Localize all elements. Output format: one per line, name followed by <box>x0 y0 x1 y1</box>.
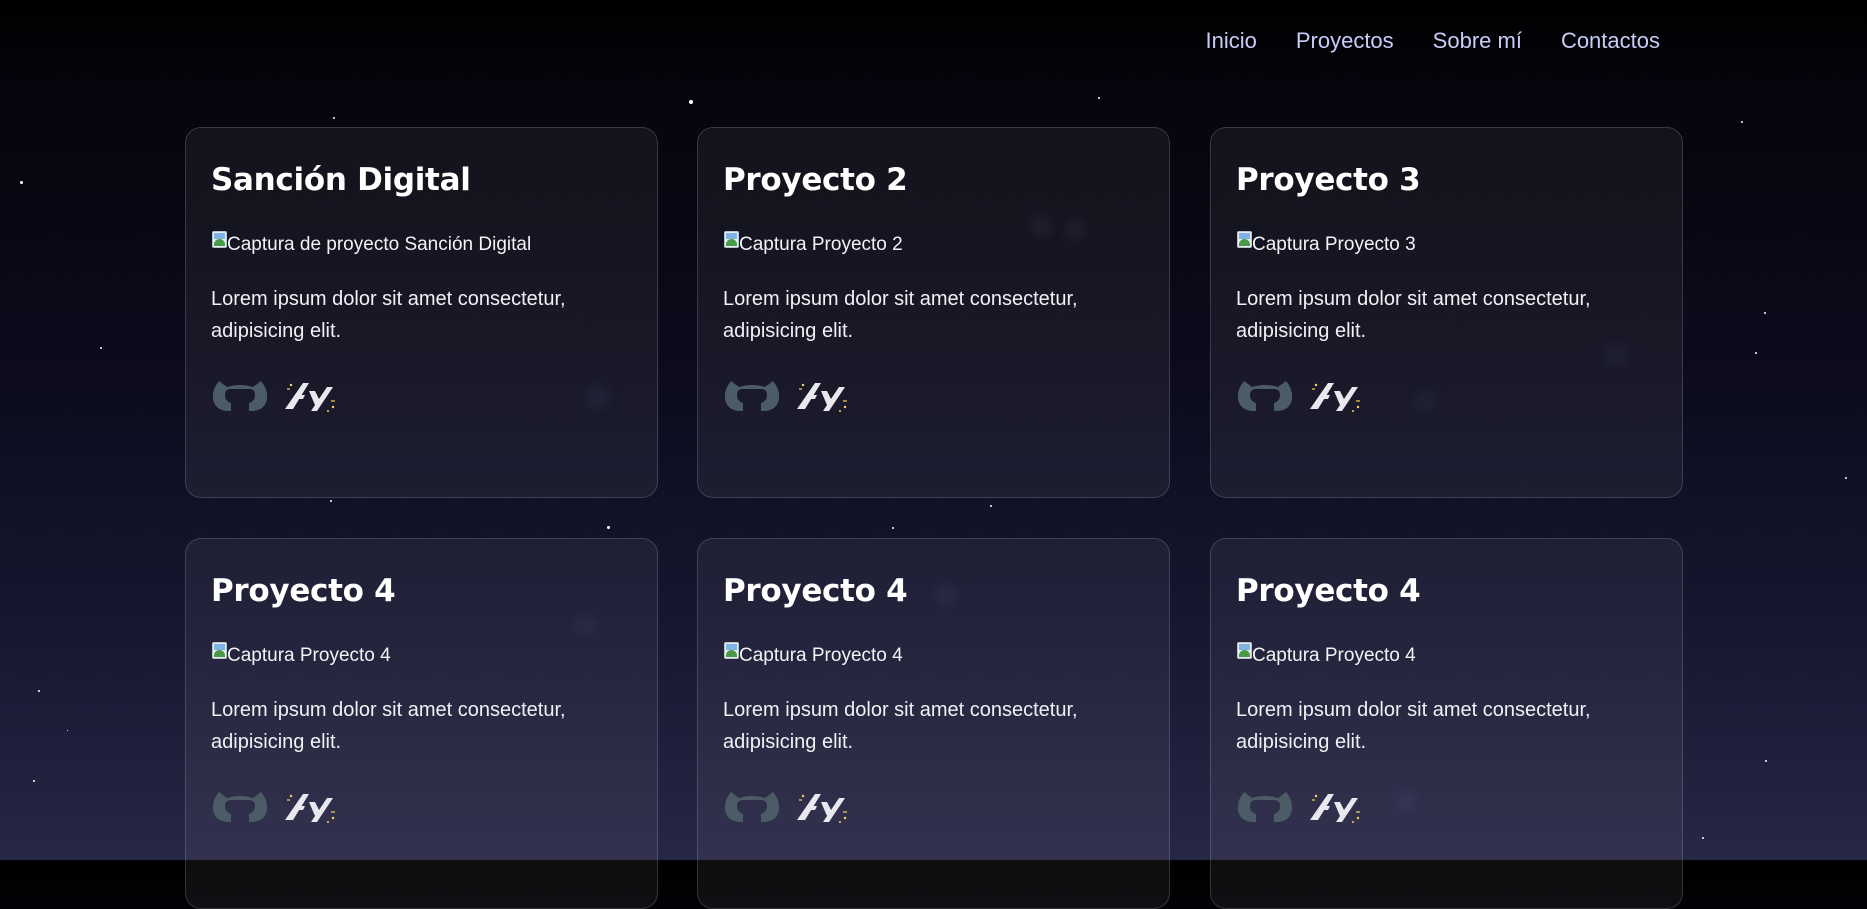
broken-image-icon <box>1236 641 1254 661</box>
project-links <box>211 377 632 418</box>
broken-image-icon <box>211 641 229 661</box>
github-icon[interactable] <box>211 377 269 418</box>
project-links <box>211 788 632 829</box>
github-icon[interactable] <box>723 377 781 418</box>
deploy-icon[interactable] <box>281 788 339 829</box>
project-image-alt: Captura Proyecto 3 <box>1252 234 1416 255</box>
nav-link-inicio[interactable]: Inicio <box>1205 26 1256 56</box>
project-description: Lorem ipsum dolor sit amet consectetur, … <box>211 699 566 753</box>
project-description: Lorem ipsum dolor sit amet consectetur, … <box>211 288 566 342</box>
project-links <box>1236 377 1657 418</box>
project-card: Proyecto 4 Captura Proyecto 4 Lorem ipsu… <box>185 538 658 909</box>
github-icon[interactable] <box>211 788 269 829</box>
nav-links: Inicio Proyectos Sobre mí Contactos <box>1205 26 1660 56</box>
project-image-alt: Captura Proyecto 2 <box>739 234 903 255</box>
github-icon[interactable] <box>1236 377 1294 418</box>
project-title: Proyecto 4 <box>211 573 396 609</box>
project-description: Lorem ipsum dolor sit amet consectetur, … <box>723 699 1078 753</box>
deploy-icon[interactable] <box>1306 788 1364 829</box>
project-card: Sanción Digital Captura de proyecto Sanc… <box>185 127 658 498</box>
project-card: Proyecto 3 Captura Proyecto 3 Lorem ipsu… <box>1210 127 1683 498</box>
project-screenshot: Captura Proyecto 2 <box>723 229 1144 261</box>
project-screenshot: Captura Proyecto 3 <box>1236 229 1657 261</box>
project-card: Proyecto 4 Captura Proyecto 4 Lorem ipsu… <box>697 538 1170 909</box>
top-navigation: Inicio Proyectos Sobre mí Contactos <box>0 0 1867 84</box>
deploy-icon[interactable] <box>281 377 339 418</box>
deploy-icon[interactable] <box>793 788 851 829</box>
project-title: Proyecto 3 <box>1236 162 1421 198</box>
github-icon[interactable] <box>1236 788 1294 829</box>
deploy-icon[interactable] <box>793 377 851 418</box>
project-card: Proyecto 4 Captura Proyecto 4 Lorem ipsu… <box>1210 538 1683 909</box>
project-screenshot: Captura de proyecto Sanción Digital <box>211 229 632 261</box>
project-title: Proyecto 2 <box>723 162 908 198</box>
broken-image-icon <box>723 641 741 661</box>
broken-image-icon <box>211 230 229 250</box>
project-image-alt: Captura Proyecto 4 <box>227 645 391 666</box>
project-screenshot: Captura Proyecto 4 <box>723 640 1144 672</box>
project-description: Lorem ipsum dolor sit amet consectetur, … <box>1236 288 1591 342</box>
project-links <box>723 788 1144 829</box>
project-links <box>1236 788 1657 829</box>
nav-link-sobre-mi[interactable]: Sobre mí <box>1433 26 1522 56</box>
project-image-alt: Captura Proyecto 4 <box>1252 645 1416 666</box>
project-screenshot: Captura Proyecto 4 <box>211 640 632 672</box>
deploy-icon[interactable] <box>1306 377 1364 418</box>
project-title: Proyecto 4 <box>723 573 908 609</box>
project-image-alt: Captura Proyecto 4 <box>739 645 903 666</box>
project-links <box>723 377 1144 418</box>
project-title: Sanción Digital <box>211 162 471 198</box>
project-description: Lorem ipsum dolor sit amet consectetur, … <box>723 288 1078 342</box>
github-icon[interactable] <box>723 788 781 829</box>
broken-image-icon <box>723 230 741 250</box>
project-title: Proyecto 4 <box>1236 573 1421 609</box>
project-card: Proyecto 2 Captura Proyecto 2 Lorem ipsu… <box>697 127 1170 498</box>
project-image-alt: Captura de proyecto Sanción Digital <box>227 234 532 255</box>
nav-link-proyectos[interactable]: Proyectos <box>1296 26 1394 56</box>
broken-image-icon <box>1236 230 1254 250</box>
project-description: Lorem ipsum dolor sit amet consectetur, … <box>1236 699 1591 753</box>
nav-link-contactos[interactable]: Contactos <box>1561 26 1660 56</box>
project-screenshot: Captura Proyecto 4 <box>1236 640 1657 672</box>
